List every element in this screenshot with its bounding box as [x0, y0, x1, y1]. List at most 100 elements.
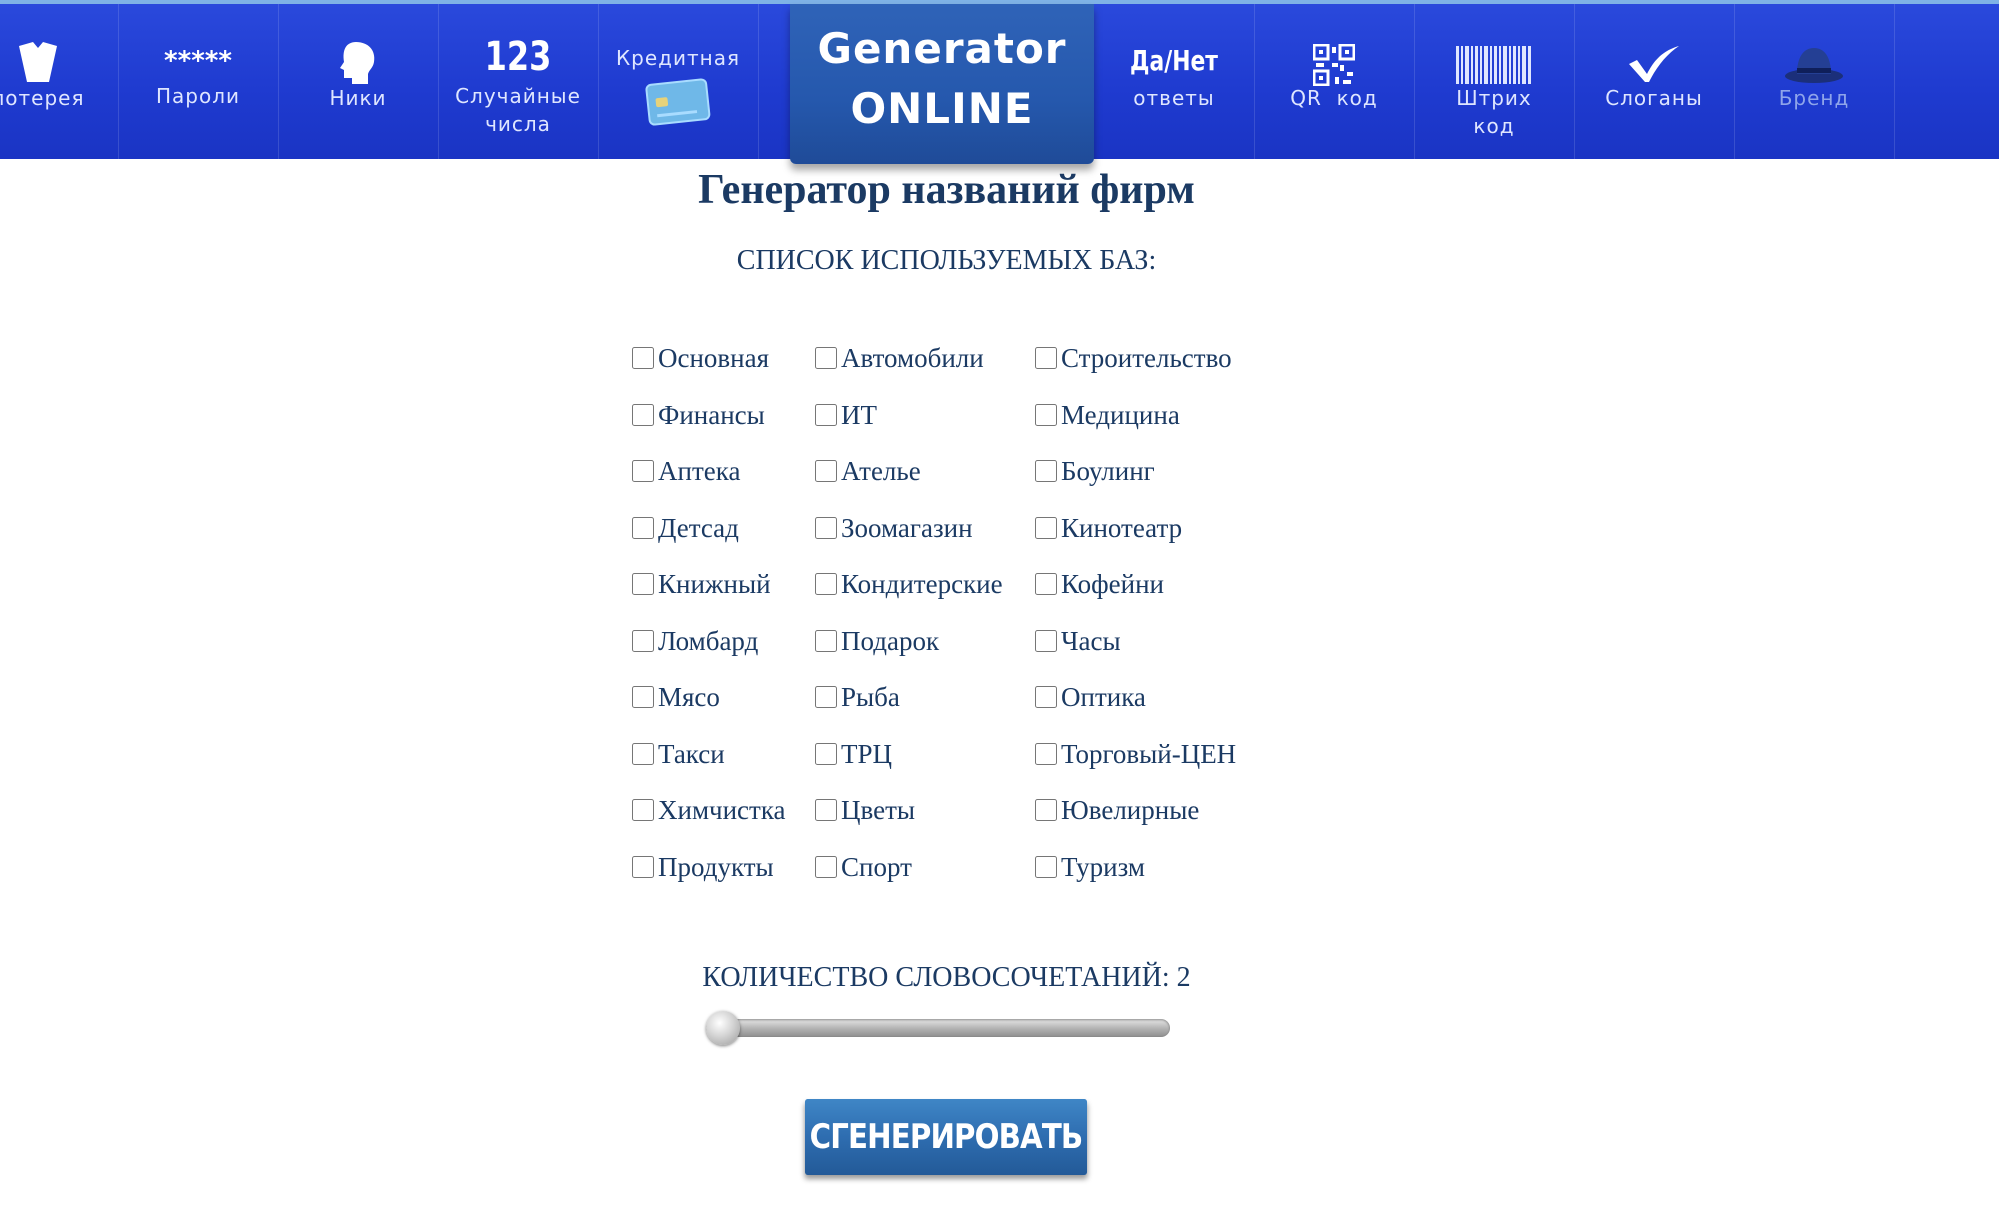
base-checkbox-item[interactable]: ТРЦ [815, 734, 892, 774]
checkbox-label: Цветы [841, 794, 916, 825]
checkbox[interactable] [632, 743, 654, 765]
nav-item-slogans[interactable]: Слоганы [1574, 4, 1735, 159]
checkbox[interactable] [632, 686, 654, 708]
base-checkbox-item[interactable]: Автомобили [815, 338, 984, 378]
base-checkbox-item[interactable]: Такси [632, 734, 725, 774]
nav-label: лотерея [0, 86, 85, 110]
base-checkbox-item[interactable]: Боулинг [1035, 451, 1155, 491]
base-checkbox-item[interactable]: Ателье [815, 451, 921, 491]
checkbox[interactable] [632, 460, 654, 482]
checkbox[interactable] [815, 686, 837, 708]
checkbox-label: Книжный [658, 568, 771, 599]
checkbox[interactable] [815, 630, 837, 652]
base-checkbox-item[interactable]: Продукты [632, 847, 774, 887]
base-checkbox-item[interactable]: Строительство [1035, 338, 1232, 378]
checkbox[interactable] [632, 347, 654, 369]
nav-item-credit-card[interactable]: Кредитная [598, 4, 759, 159]
checkbox-label: Финансы [658, 399, 765, 430]
nav-item-random-numbers[interactable]: 123 Случайные числа [438, 4, 599, 159]
checkbox[interactable] [632, 404, 654, 426]
checkbox[interactable] [632, 517, 654, 539]
checkbox-label: Такси [658, 738, 725, 769]
checkbox[interactable] [1035, 856, 1057, 878]
slider-track[interactable] [706, 1019, 1170, 1037]
checkbox[interactable] [815, 460, 837, 482]
nav-item-brand[interactable]: Бренд [1734, 4, 1895, 159]
nav-item-yes-no[interactable]: Да/Нет ответы [1094, 4, 1255, 159]
checkbox[interactable] [632, 856, 654, 878]
asterisks-icon: ***** [164, 46, 232, 76]
checkbox[interactable] [1035, 686, 1057, 708]
checkbox[interactable] [815, 743, 837, 765]
nav-label: QR код [1290, 86, 1378, 110]
base-checkbox-item[interactable]: Химчистка [632, 790, 786, 830]
base-checkbox-item[interactable]: Оптика [1035, 677, 1146, 717]
base-checkbox-item[interactable]: Основная [632, 338, 769, 378]
base-checkbox-item[interactable]: Медицина [1035, 395, 1180, 435]
count-label: КОЛИЧЕСТВО СЛОВОСОЧЕТАНИЙ: 2 [702, 962, 1191, 993]
checkbox[interactable] [815, 404, 837, 426]
site-logo[interactable]: Generator ONLINE [790, 4, 1094, 164]
slider-thumb[interactable] [706, 1011, 740, 1045]
head-profile-icon [340, 42, 375, 84]
checkbox[interactable] [815, 573, 837, 595]
checkbox-label: ИТ [841, 399, 877, 430]
nav-item-nicknames[interactable]: Ники [278, 4, 439, 159]
base-checkbox-item[interactable]: Ювелирные [1035, 790, 1199, 830]
nav-label-line1: Штрих [1456, 86, 1532, 110]
base-checkbox-item[interactable]: Книжный [632, 564, 771, 604]
checkbox[interactable] [632, 630, 654, 652]
nav-item-barcode[interactable]: Штрих код [1414, 4, 1575, 159]
nav-label-line2: код [1473, 114, 1515, 138]
nav-item-qr-code[interactable]: QR код [1254, 4, 1415, 159]
checkbox-label: Продукты [658, 851, 774, 882]
base-checkbox-item[interactable]: Зоомагазин [815, 508, 973, 548]
checkbox-label: Подарок [841, 625, 940, 656]
base-checkbox-item[interactable]: Мясо [632, 677, 720, 717]
base-checkbox-item[interactable]: Цветы [815, 790, 915, 830]
base-checkbox-item[interactable]: ИТ [815, 395, 877, 435]
checkbox[interactable] [815, 799, 837, 821]
checkbox[interactable] [1035, 460, 1057, 482]
checkbox[interactable] [1035, 630, 1057, 652]
checkbox-label: ТРЦ [841, 738, 893, 769]
nav-label-line1: Случайные [455, 84, 581, 108]
base-checkbox-item[interactable]: Спорт [815, 847, 912, 887]
checkbox[interactable] [1035, 517, 1057, 539]
checkbox[interactable] [815, 347, 837, 369]
checkbox-label: Кондитерские [841, 568, 1003, 599]
base-checkbox-item[interactable]: Кинотеатр [1035, 508, 1182, 548]
base-checkbox-item[interactable]: Туризм [1035, 847, 1145, 887]
checkbox[interactable] [1035, 743, 1057, 765]
checkbox[interactable] [632, 573, 654, 595]
nav-item-passwords[interactable]: ***** Пароли [118, 4, 279, 159]
checkbox[interactable] [1035, 404, 1057, 426]
barcode-icon [1456, 46, 1531, 84]
generate-button[interactable]: СГЕНЕРИРОВАТЬ [804, 1099, 1088, 1175]
nav-label: Ники [329, 86, 387, 110]
checkbox[interactable] [1035, 573, 1057, 595]
base-checkbox-item[interactable]: Аптека [632, 451, 740, 491]
base-checkbox-item[interactable]: Торговый-ЦЕН [1035, 734, 1236, 774]
checkbox-label: Боулинг [1061, 455, 1155, 486]
base-checkbox-item[interactable]: Ломбард [632, 621, 758, 661]
checkbox-label: Торговый-ЦЕН [1061, 738, 1237, 769]
checkbox[interactable] [1035, 799, 1057, 821]
checkbox-label: Кинотеатр [1061, 512, 1183, 543]
checkbox[interactable] [632, 799, 654, 821]
checkbox[interactable] [815, 517, 837, 539]
base-checkbox-item[interactable]: Рыба [815, 677, 900, 717]
checkbox-label: Ателье [841, 455, 921, 486]
base-checkbox-item[interactable]: Кондитерские [815, 564, 1003, 604]
checkbox[interactable] [1035, 347, 1057, 369]
base-checkbox-item[interactable]: Кофейни [1035, 564, 1164, 604]
base-checkbox-item[interactable]: Подарок [815, 621, 939, 661]
checkbox-label: Спорт [841, 851, 912, 882]
base-checkbox-item[interactable]: Часы [1035, 621, 1121, 661]
nav-item-lottery[interactable]: лотерея [0, 4, 119, 159]
checkbox[interactable] [815, 856, 837, 878]
base-checkbox-item[interactable]: Финансы [632, 395, 765, 435]
checkbox-label: Зоомагазин [841, 512, 973, 543]
base-checkbox-item[interactable]: Детсад [632, 508, 739, 548]
page-title: Генератор названий фирм [698, 167, 1195, 213]
